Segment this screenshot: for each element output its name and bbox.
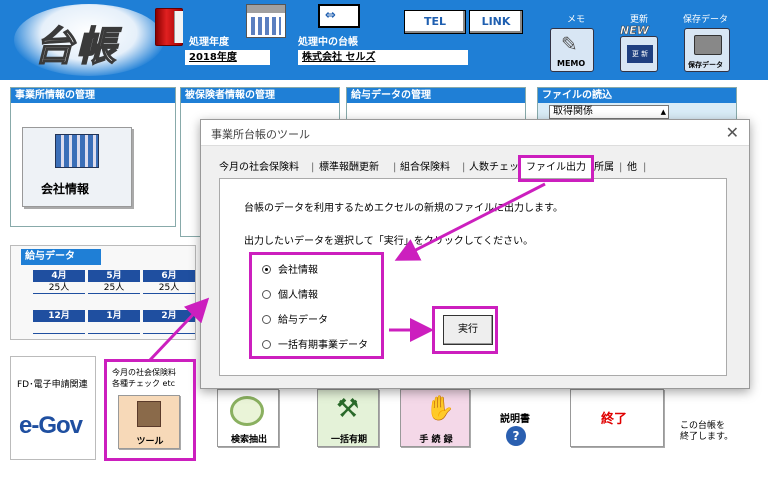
annotation-arrows [148, 182, 546, 362]
arrow-tool-to-dialog [148, 297, 210, 362]
arrow-tab-to-options [394, 182, 546, 261]
